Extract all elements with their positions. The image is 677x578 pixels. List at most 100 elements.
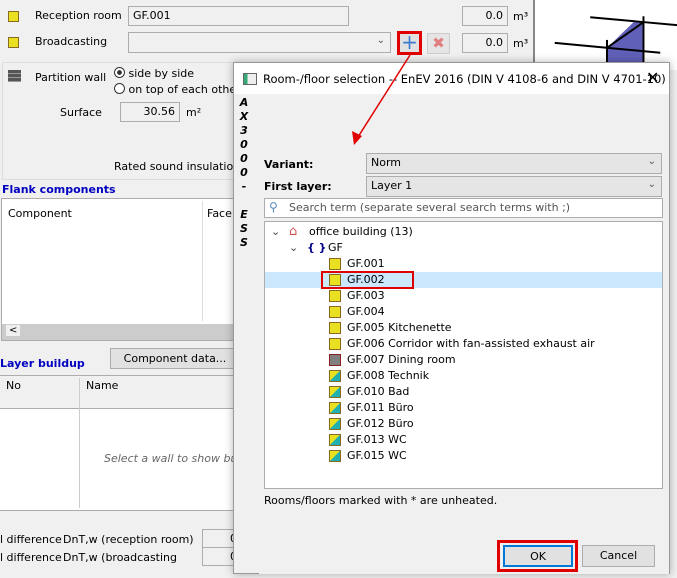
empty-state-text: Select a wall to show buil	[104, 452, 244, 465]
room-icon	[329, 354, 341, 366]
surface-field: 30.56	[120, 102, 180, 122]
tree-root[interactable]: ⌄ ⌂ office building (13)	[265, 224, 662, 240]
column-header[interactable]: Name	[86, 379, 118, 392]
partition-wall-label: Partition wall	[35, 71, 107, 84]
tree-label: GF.003	[347, 289, 385, 302]
layer-buildup-heading: Layer buildup	[0, 357, 85, 370]
room-icon	[329, 434, 341, 446]
tree-item-room[interactable]: GF.004	[265, 304, 662, 320]
column-header[interactable]: Component	[8, 207, 72, 220]
side-letter: 0	[240, 138, 248, 151]
side-letter: 0	[240, 152, 248, 165]
tree-item-room[interactable]: GF.006 Corridor with fan-assisted exhaus…	[265, 336, 662, 352]
diff-label: l difference	[0, 551, 62, 564]
horizontal-scrollbar[interactable]: <	[2, 324, 240, 340]
search-placeholder: Search term (separate several search ter…	[289, 201, 571, 214]
reception-volume: 0.0	[462, 6, 508, 26]
add-button[interactable]: +	[397, 31, 422, 55]
title-bar: Room-/floor selection -- EnEV 2016 (DIN …	[234, 63, 669, 94]
room-icon	[329, 322, 341, 334]
dialog-title: Room-/floor selection -- EnEV 2016 (DIN …	[263, 72, 666, 86]
ok-button[interactable]: OK	[503, 545, 573, 567]
tree-item-room[interactable]: GF.007 Dining room	[265, 352, 662, 368]
reception-room-label: Reception room	[35, 9, 122, 22]
room-icon	[329, 290, 341, 302]
tree-item-room[interactable]: GF.003	[265, 288, 662, 304]
room-tree: ⌄ ⌂ office building (13) ⌄{ } GF GF.001 GF.0…	[264, 221, 663, 489]
tree-item-room[interactable]: GF.015 WC	[265, 448, 662, 464]
tree-label: GF.004	[347, 305, 385, 318]
tree-label: GF.012 Büro	[347, 417, 414, 430]
broadcasting-dropdown[interactable]: ⌄	[128, 32, 391, 53]
room-icon	[8, 37, 19, 48]
tree-label: GF.013 WC	[347, 433, 407, 446]
room-floor-selection-dialog: Room-/floor selection -- EnEV 2016 (DIN …	[233, 62, 670, 574]
room-icon	[329, 258, 341, 270]
chevron-down-icon: ⌄	[376, 35, 385, 46]
room-icon	[329, 418, 341, 430]
first-layer-select[interactable]: Layer 1 ⌄	[366, 176, 662, 197]
tree-item-room[interactable]: GF.005 Kitchenette	[265, 320, 662, 336]
chevron-down-icon: ⌄	[647, 179, 656, 190]
select-value: Norm	[371, 156, 402, 169]
column-header[interactable]: Face	[207, 207, 232, 220]
component-data-button[interactable]: Component data...	[110, 348, 240, 369]
tree-label: GF.008 Technik	[347, 369, 430, 382]
chevron-down-icon[interactable]: ⌄	[289, 240, 298, 256]
scroll-left-icon[interactable]: <	[6, 325, 21, 336]
side-letter: X	[239, 110, 249, 123]
tree-label: GF.007 Dining room	[347, 353, 456, 366]
brick-wall-icon	[8, 70, 21, 82]
side-letter: -	[241, 180, 247, 193]
room-icon	[8, 11, 19, 22]
tree-floor[interactable]: ⌄ { } GF	[265, 240, 662, 256]
chevron-down-icon: ⌄	[647, 156, 656, 167]
tree-item-room[interactable]: GF.010 Bad	[265, 384, 662, 400]
close-icon[interactable]: ✕	[646, 68, 659, 87]
tree-item-room[interactable]: GF.001	[265, 256, 662, 272]
room-icon	[329, 402, 341, 414]
radio-side-by-side[interactable]: side by side	[114, 67, 194, 80]
broadcasting-volume: 0.0	[462, 33, 508, 53]
radio-label: side by side	[128, 67, 195, 80]
tree-item-room[interactable]: GF.011 Büro	[265, 400, 662, 416]
reception-room-field[interactable]: GF.001	[128, 6, 349, 26]
side-letter: S	[240, 236, 248, 249]
select-value: Layer 1	[371, 179, 413, 192]
tree-label: GF.011 Büro	[347, 401, 414, 414]
diff-name: DnT,w (reception room)	[63, 533, 194, 546]
tree-label: office building (13)	[309, 225, 413, 238]
surface-label: Surface	[60, 106, 102, 119]
flank-components-heading: Flank components	[2, 183, 116, 196]
diff-name: DnT,w (broadcasting	[63, 551, 178, 564]
room-icon	[329, 306, 341, 318]
room-icon	[329, 370, 341, 382]
tree-item-room[interactable]: GF.002	[265, 271, 662, 289]
remove-button[interactable]: ✖	[427, 33, 450, 54]
first-layer-label: First layer:	[264, 180, 332, 193]
tree-item-room[interactable]: GF.008 Technik	[265, 368, 662, 384]
tree-label: GF	[328, 241, 343, 254]
tree-label: GF.015 WC	[347, 449, 407, 462]
house-icon: ⌂	[289, 224, 298, 239]
layer-buildup-table: No Name Select a wall to show buil	[0, 375, 244, 511]
braces-icon: { }	[307, 241, 327, 254]
unit-label: m³	[513, 10, 529, 23]
room-icon	[329, 450, 341, 462]
flank-components-table: Component Face <	[1, 198, 241, 341]
cancel-button[interactable]: Cancel	[582, 545, 655, 567]
tree-label: GF.005 Kitchenette	[347, 321, 452, 334]
chevron-down-icon[interactable]: ⌄	[271, 224, 280, 240]
side-label: AX3000-ESS	[237, 96, 251, 250]
room-icon	[329, 338, 341, 350]
tree-item-room[interactable]: GF.013 WC	[265, 432, 662, 448]
unit-label: m²	[186, 106, 202, 119]
unit-label: m³	[513, 37, 529, 50]
search-input[interactable]: ⚲ Search term (separate several search t…	[264, 198, 663, 218]
column-header[interactable]: No	[6, 379, 21, 392]
radio-on-top[interactable]: on top of each other	[114, 83, 241, 96]
app-icon	[243, 73, 257, 85]
tree-item-room[interactable]: GF.012 Büro	[265, 416, 662, 432]
diff-label: l difference	[0, 533, 62, 546]
variant-select[interactable]: Norm ⌄	[366, 153, 662, 174]
